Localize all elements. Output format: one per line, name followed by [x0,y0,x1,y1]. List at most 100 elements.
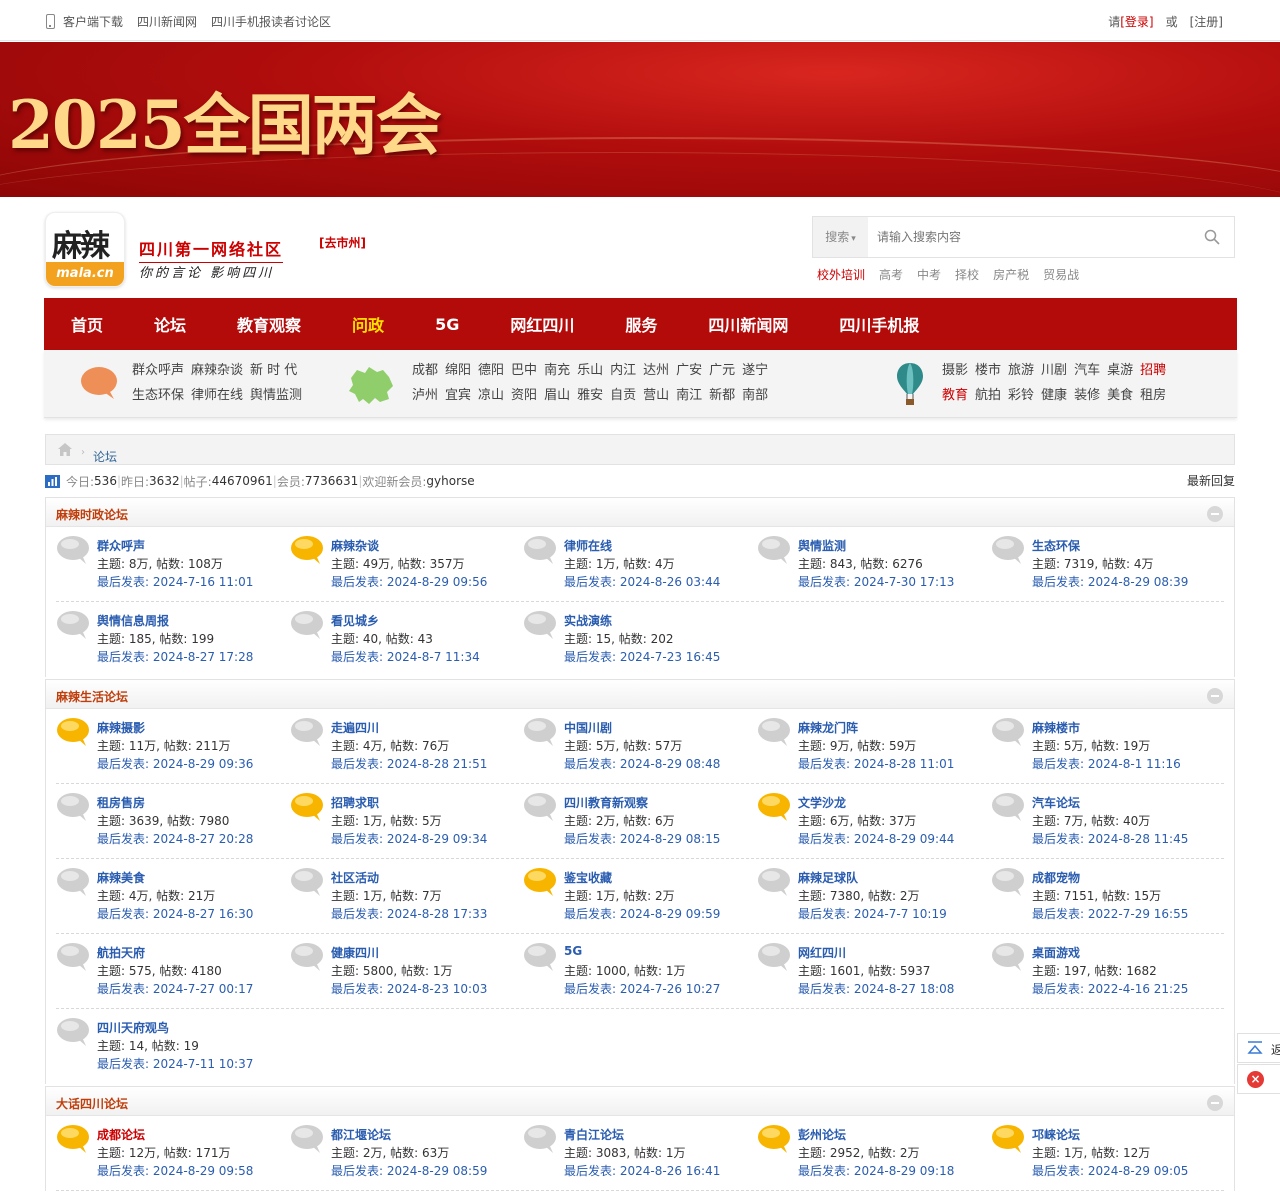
city-link[interactable]: 泸州 [412,383,438,408]
site-logo[interactable]: 麻辣 mala.cn [45,212,125,287]
city-link[interactable]: 南充 [544,358,570,383]
city-link[interactable]: 资阳 [511,383,537,408]
forum-name-link[interactable]: 中国川剧 [564,719,612,736]
client-download-link[interactable]: 客户端下载 [63,13,123,30]
collapse-icon[interactable] [1207,688,1223,704]
back-to-top-button[interactable]: 返 [1237,1033,1280,1063]
life-link[interactable]: 彩铃 [1008,383,1034,408]
forum-name-link[interactable]: 麻辣美食 [97,869,145,886]
forum-last-post-link[interactable]: 最后发表: 2022-4-16 21:25 [1032,980,1188,997]
forum-last-post-link[interactable]: 最后发表: 2024-8-29 09:34 [331,830,487,847]
life-link[interactable]: 楼市 [975,358,1001,383]
collapse-icon[interactable] [1207,1095,1223,1111]
life-link[interactable]: 桌游 [1107,358,1133,383]
nav-5g[interactable]: 5G [435,315,459,334]
mobile-paper-forum-link[interactable]: 四川手机报读者讨论区 [211,13,331,30]
search-input[interactable] [877,226,1177,248]
forum-last-post-link[interactable]: 最后发表: 2024-8-28 11:01 [798,755,954,772]
forum-name-link[interactable]: 麻辣足球队 [798,869,858,886]
life-link[interactable]: 摄影 [942,358,968,383]
city-link[interactable]: 德阳 [478,358,504,383]
city-link[interactable]: 成都 [412,358,438,383]
forum-last-post-link[interactable]: 最后发表: 2024-8-26 16:41 [564,1162,720,1179]
city-link[interactable]: 南部 [742,383,768,408]
city-link[interactable]: 绵阳 [445,358,471,383]
forum-name-link[interactable]: 群众呼声 [97,537,145,554]
forum-last-post-link[interactable]: 最后发表: 2024-8-29 08:59 [331,1162,487,1179]
forum-last-post-link[interactable]: 最后发表: 2024-8-26 03:44 [564,573,720,590]
forum-last-post-link[interactable]: 最后发表: 2024-7-11 10:37 [97,1055,253,1072]
forum-name-link[interactable]: 青白江论坛 [564,1126,624,1143]
nav-wenzheng[interactable]: 问政 [352,312,384,336]
city-link[interactable]: 南江 [676,383,702,408]
forum-name-link[interactable]: 彭州论坛 [798,1126,846,1143]
city-link[interactable]: 自贡 [610,383,636,408]
city-link[interactable]: 宜宾 [445,383,471,408]
forum-name-link[interactable]: 麻辣杂谈 [331,537,379,554]
city-link[interactable]: 达州 [643,358,669,383]
forum-name-link[interactable]: 舆情监测 [798,537,846,554]
forum-last-post-link[interactable]: 最后发表: 2024-8-29 09:44 [798,830,954,847]
forum-name-link[interactable]: 都江堰论坛 [331,1126,391,1143]
latest-reply-link[interactable]: 最新回复 [1187,472,1235,489]
forum-name-link[interactable]: 健康四川 [331,944,379,961]
hot-keyword[interactable]: 房产税 [993,266,1029,283]
topic-link[interactable]: 麻辣杂谈 [191,358,243,383]
nav-service[interactable]: 服务 [625,312,657,336]
forum-last-post-link[interactable]: 最后发表: 2024-8-29 08:48 [564,755,720,772]
nav-education[interactable]: 教育观察 [237,312,301,336]
city-link[interactable]: 遂宁 [742,358,768,383]
forum-name-link[interactable]: 四川天府观鸟 [97,1019,169,1036]
topic-link[interactable]: 群众呼声 [132,358,184,383]
forum-last-post-link[interactable]: 最后发表: 2024-8-23 10:03 [331,980,487,997]
forum-last-post-link[interactable]: 最后发表: 2024-8-28 17:33 [331,905,487,922]
forum-last-post-link[interactable]: 最后发表: 2024-8-28 21:51 [331,755,487,772]
sichuan-news-link[interactable]: 四川新闻网 [137,13,197,30]
close-float-button[interactable]: × [1237,1064,1280,1094]
forum-name-link[interactable]: 律师在线 [564,537,612,554]
forum-name-link[interactable]: 走遍四川 [331,719,379,736]
hot-keyword[interactable]: 校外培训 [817,266,865,283]
hot-keyword[interactable]: 择校 [955,266,979,283]
forum-last-post-link[interactable]: 最后发表: 2024-8-27 17:28 [97,648,253,665]
go-city-link[interactable]: [去市州] [319,234,366,251]
new-member-link[interactable]: gyhorse [426,474,474,488]
city-link[interactable]: 新都 [709,383,735,408]
city-link[interactable]: 乐山 [577,358,603,383]
forum-last-post-link[interactable]: 最后发表: 2024-7-7 10:19 [798,905,947,922]
section-title[interactable]: 麻辣时政论坛 [56,506,128,523]
city-link[interactable]: 凉山 [478,383,504,408]
life-link[interactable]: 教育 [942,383,968,408]
life-link[interactable]: 租房 [1140,383,1166,408]
forum-name-link[interactable]: 成都论坛 [97,1126,145,1143]
forum-last-post-link[interactable]: 最后发表: 2024-8-27 18:08 [798,980,954,997]
search-type-select[interactable]: 搜索 [813,217,868,257]
life-link[interactable]: 川剧 [1041,358,1067,383]
collapse-icon[interactable] [1207,506,1223,522]
nav-mobile-paper[interactable]: 四川手机报 [839,312,919,336]
city-link[interactable]: 广元 [709,358,735,383]
forum-name-link[interactable]: 社区活动 [331,869,379,886]
forum-last-post-link[interactable]: 最后发表: 2024-8-29 09:18 [798,1162,954,1179]
forum-last-post-link[interactable]: 最后发表: 2024-7-27 00:17 [97,980,253,997]
hot-keyword[interactable]: 高考 [879,266,903,283]
forum-last-post-link[interactable]: 最后发表: 2024-8-29 08:15 [564,830,720,847]
login-link[interactable]: [登录] [1120,15,1153,29]
forum-last-post-link[interactable]: 最后发表: 2024-7-16 11:01 [97,573,253,590]
forum-name-link[interactable]: 麻辣龙门阵 [798,719,858,736]
hot-keyword[interactable]: 中考 [917,266,941,283]
forum-name-link[interactable]: 邛崃论坛 [1032,1126,1080,1143]
topic-link[interactable]: 舆情监测 [250,383,302,408]
forum-last-post-link[interactable]: 最后发表: 2024-7-26 10:27 [564,980,720,997]
forum-name-link[interactable]: 麻辣楼市 [1032,719,1080,736]
topic-link[interactable]: 新 时 代 [250,358,297,383]
life-link[interactable]: 航拍 [975,383,1001,408]
forum-last-post-link[interactable]: 最后发表: 2024-7-30 17:13 [798,573,954,590]
forum-name-link[interactable]: 汽车论坛 [1032,794,1080,811]
forum-name-link[interactable]: 航拍天府 [97,944,145,961]
life-link[interactable]: 旅游 [1008,358,1034,383]
city-link[interactable]: 广安 [676,358,702,383]
forum-name-link[interactable]: 5G [564,944,582,958]
life-link[interactable]: 健康 [1041,383,1067,408]
forum-name-link[interactable]: 麻辣摄影 [97,719,145,736]
